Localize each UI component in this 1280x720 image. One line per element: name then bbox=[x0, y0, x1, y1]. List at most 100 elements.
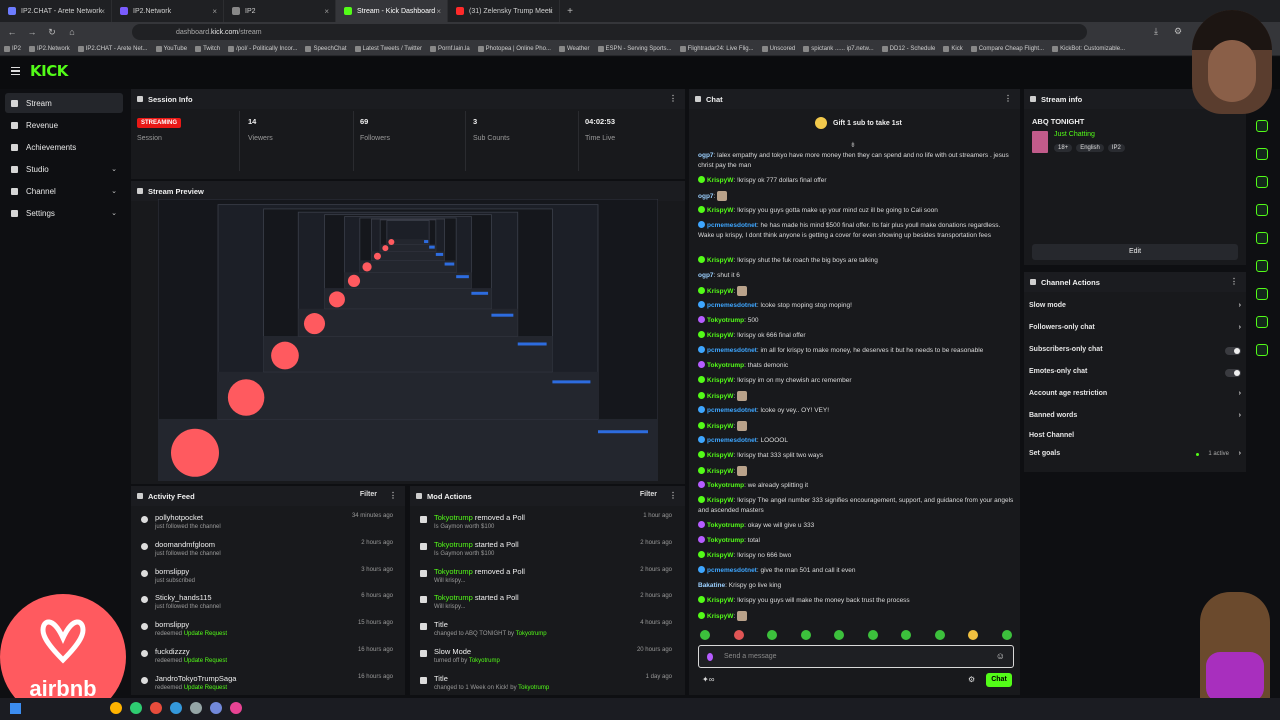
close-tab-icon[interactable]: × bbox=[436, 7, 441, 16]
chat-username[interactable]: KrispyW bbox=[707, 377, 733, 384]
chat-username[interactable]: KrispyW bbox=[707, 468, 733, 475]
reload-icon[interactable]: ↻ bbox=[46, 27, 58, 38]
bookmark-item[interactable]: IP2 bbox=[4, 45, 21, 52]
chat-settings-icon[interactable]: ✦∞ bbox=[702, 675, 714, 684]
chat-username[interactable]: KrispyW bbox=[707, 452, 733, 459]
quick-emote-icon[interactable] bbox=[968, 630, 979, 640]
bookmark-item[interactable]: /pol/ - Politically Incor... bbox=[228, 45, 297, 52]
edit-stream-info-button[interactable]: Edit bbox=[1032, 244, 1238, 260]
chat-username[interactable]: Tokyotrump bbox=[707, 537, 744, 544]
bookmark-item[interactable]: IP2.CHAT - Arete Net... bbox=[77, 45, 148, 52]
chat-username[interactable]: KrispyW bbox=[707, 288, 733, 295]
gear-icon[interactable]: ⚙ bbox=[968, 675, 975, 684]
chat-username[interactable]: KrispyW bbox=[707, 552, 733, 559]
mod-detail-user[interactable]: Tokyotrump bbox=[518, 685, 549, 691]
toggle-switch[interactable] bbox=[1225, 347, 1241, 355]
extensions-icon[interactable]: ⚙ bbox=[1172, 26, 1184, 37]
activity-username[interactable]: Sticky_hands115 bbox=[155, 593, 212, 602]
browser-tab[interactable]: (31) Zelensky Trump Meeti × bbox=[448, 0, 560, 22]
taskbar-app-icon[interactable] bbox=[110, 702, 122, 714]
close-tab-icon[interactable]: × bbox=[324, 7, 329, 16]
chat-username[interactable]: Tokyotrump bbox=[707, 482, 744, 489]
sidebar-item-settings[interactable]: Settings ⌄ bbox=[5, 203, 123, 223]
chat-username[interactable]: pcmemesdotnet bbox=[707, 302, 757, 309]
chat-username[interactable]: ogp7 bbox=[698, 272, 714, 279]
close-tab-icon[interactable]: × bbox=[100, 7, 105, 16]
new-tab-button[interactable]: + bbox=[560, 6, 580, 17]
taskbar-app-icon[interactable] bbox=[190, 702, 202, 714]
chat-username[interactable]: ogp7 bbox=[698, 193, 714, 200]
bookmark-item[interactable]: Unscored bbox=[761, 45, 795, 52]
bookmark-item[interactable]: Kick bbox=[943, 45, 963, 52]
rail-tool-icon[interactable] bbox=[1256, 204, 1268, 216]
channel-action-item[interactable]: Slow mode › bbox=[1029, 302, 1241, 318]
sidebar-item-studio[interactable]: Studio ⌄ bbox=[5, 159, 123, 179]
rail-tool-icon[interactable] bbox=[1256, 288, 1268, 300]
chat-username[interactable]: pcmemesdotnet bbox=[707, 567, 757, 574]
bookmark-item[interactable]: IP2.Network bbox=[29, 45, 70, 52]
rail-tool-icon[interactable] bbox=[1256, 344, 1268, 356]
kick-logo[interactable]: KICK bbox=[30, 62, 68, 80]
chat-username[interactable]: pcmemesdotnet bbox=[707, 437, 757, 444]
mod-detail-user[interactable]: Tokyotrump bbox=[469, 658, 500, 664]
browser-tab[interactable]: IP2 × bbox=[224, 0, 336, 22]
category-link[interactable]: Just Chatting bbox=[1054, 131, 1095, 138]
chat-username[interactable]: KrispyW bbox=[707, 332, 733, 339]
emoji-icon[interactable]: ☺ bbox=[996, 651, 1005, 661]
channel-action-item[interactable]: Banned words › bbox=[1029, 412, 1241, 428]
chat-username[interactable]: Bakatine bbox=[698, 582, 725, 589]
taskbar-app-icon[interactable] bbox=[130, 702, 142, 714]
bookmark-item[interactable]: spictank ...... ip7.netw... bbox=[803, 45, 874, 52]
bookmark-item[interactable]: Latest Tweets / Twitter bbox=[354, 45, 422, 52]
stream-preview-video[interactable] bbox=[158, 199, 658, 481]
activity-username[interactable]: bornslippy bbox=[155, 567, 189, 576]
bookmark-item[interactable]: ESPN - Serving Sports... bbox=[597, 45, 672, 52]
windows-start-icon[interactable] bbox=[10, 703, 21, 714]
quick-emote-icon[interactable] bbox=[767, 630, 778, 640]
forward-icon[interactable]: → bbox=[26, 27, 38, 37]
quick-emote-icon[interactable] bbox=[901, 630, 912, 640]
chat-input[interactable]: Send a message ☺ bbox=[698, 645, 1014, 668]
bookmark-item[interactable]: KickBot: Customizable... bbox=[1052, 45, 1125, 52]
bookmark-item[interactable]: Photopea | Online Pho... bbox=[477, 45, 551, 52]
quick-emote-icon[interactable] bbox=[934, 630, 945, 640]
bookmark-item[interactable]: DD12 - Schedule bbox=[881, 45, 935, 52]
gift-sub-banner[interactable]: Gift 1 sub to take 1st bbox=[815, 117, 902, 129]
rail-tool-icon[interactable] bbox=[1256, 260, 1268, 272]
mod-filter-button[interactable]: Filter bbox=[640, 491, 657, 498]
chat-username[interactable]: KrispyW bbox=[707, 613, 733, 620]
mod-username[interactable]: Tokyotrump bbox=[434, 567, 473, 576]
kebab-menu-icon[interactable]: ⋮ bbox=[389, 491, 397, 500]
browser-tab[interactable]: Stream - Kick Dashboard × bbox=[336, 0, 448, 22]
rail-tool-icon[interactable] bbox=[1256, 120, 1268, 132]
pin-icon[interactable]: ⇟ bbox=[850, 141, 856, 149]
chat-username[interactable]: KrispyW bbox=[707, 177, 733, 184]
kebab-menu-icon[interactable]: ⋮ bbox=[1004, 94, 1012, 103]
rail-tool-icon[interactable] bbox=[1256, 316, 1268, 328]
quick-emote-icon[interactable] bbox=[834, 630, 845, 640]
taskbar-app-icon[interactable] bbox=[170, 702, 182, 714]
chat-username[interactable]: Tokyotrump bbox=[707, 522, 744, 529]
activity-username[interactable]: JandroTokyoTrumpSaga bbox=[155, 674, 236, 683]
rail-tool-icon[interactable] bbox=[1256, 232, 1268, 244]
chat-username[interactable]: ogp7 bbox=[698, 152, 714, 159]
chat-username[interactable]: Tokyotrump bbox=[707, 317, 744, 324]
home-icon[interactable]: ⌂ bbox=[66, 27, 78, 37]
bookmark-item[interactable]: Compare Cheap Flight... bbox=[970, 45, 1044, 52]
sidebar-item-stream[interactable]: Stream bbox=[5, 93, 123, 113]
chat-username[interactable]: pcmemesdotnet bbox=[707, 222, 757, 229]
send-chat-button[interactable]: Chat bbox=[986, 673, 1012, 687]
taskbar-app-icon[interactable] bbox=[230, 702, 242, 714]
chat-username[interactable]: KrispyW bbox=[707, 423, 733, 430]
taskbar-app-icon[interactable] bbox=[150, 702, 162, 714]
mod-username[interactable]: Tokyotrump bbox=[434, 540, 473, 549]
close-tab-icon[interactable]: × bbox=[212, 7, 217, 16]
activity-filter-button[interactable]: Filter bbox=[360, 491, 377, 498]
kebab-menu-icon[interactable]: ⋮ bbox=[1230, 277, 1238, 286]
chat-username[interactable]: Tokyotrump bbox=[707, 362, 744, 369]
channel-action-item[interactable]: Emotes-only chat bbox=[1029, 368, 1241, 384]
mod-detail-user[interactable]: Tokyotrump bbox=[516, 631, 547, 637]
taskbar-app-icon[interactable] bbox=[210, 702, 222, 714]
close-tab-icon[interactable]: × bbox=[548, 7, 553, 16]
url-input[interactable]: dashboard. kick.com/stream bbox=[132, 24, 1087, 40]
